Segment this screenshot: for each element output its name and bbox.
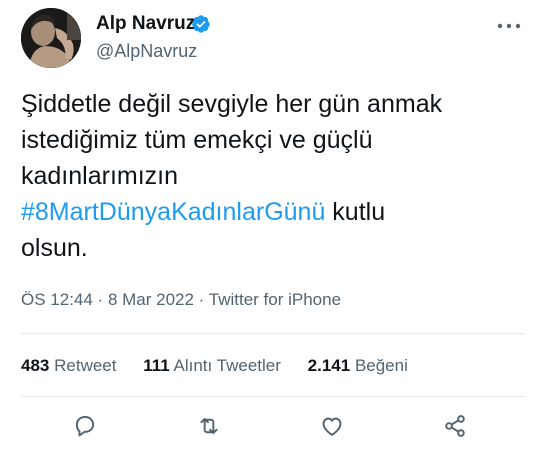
- tweet-time[interactable]: ÖS 12:44: [21, 290, 93, 309]
- action-bar: [0, 413, 540, 443]
- meta-separator: ·: [193, 290, 209, 309]
- quotes-count: 111: [143, 356, 170, 375]
- likes-count: 2.141: [307, 356, 351, 375]
- avatar-photo: [21, 8, 81, 68]
- tweet-text-line: kadınlarımızın: [21, 162, 179, 190]
- divider: [21, 396, 525, 397]
- tweet-text: Şiddetle değil sevgiyle her gün anmak is…: [21, 86, 521, 266]
- tweet-meta: ÖS 12:44 · 8 Mar 2022 · Twitter for iPho…: [21, 289, 341, 311]
- meta-separator: ·: [92, 290, 108, 309]
- author-name[interactable]: Alp Navruz: [96, 12, 195, 36]
- retweet-button[interactable]: [196, 413, 226, 443]
- tweet-source[interactable]: Twitter for iPhone: [209, 290, 341, 309]
- tweet-text-line: Şiddetle değil sevgiyle her gün anmak: [21, 90, 443, 118]
- likes-label: Beğeni: [354, 356, 408, 375]
- tweet-date[interactable]: 8 Mar 2022: [108, 290, 194, 309]
- author-handle[interactable]: @AlpNavruz: [96, 40, 197, 62]
- share-button[interactable]: [442, 413, 472, 443]
- tweet-stats: 483 Retweet 111 Alıntı Tweetler 2.141 Be…: [21, 355, 430, 377]
- retweets-stat[interactable]: 483 Retweet: [21, 356, 116, 375]
- retweets-label: Retweet: [54, 356, 117, 375]
- retweet-icon: [200, 417, 218, 435]
- verified-badge-icon: [192, 15, 210, 33]
- tweet-text-line: olsun.: [21, 234, 88, 262]
- tweet-card: Alp Navruz @AlpNavruz Şiddetle değil sev…: [0, 0, 540, 449]
- more-horizontal-icon[interactable]: [495, 20, 523, 32]
- retweets-count: 483: [21, 356, 50, 375]
- hashtag-link[interactable]: #8MartDünyaKadınlarGünü: [21, 198, 325, 226]
- reply-icon: [75, 416, 95, 437]
- share-icon: [445, 415, 465, 437]
- reply-button[interactable]: [72, 413, 102, 443]
- quotes-label: Alıntı Tweetler: [173, 356, 281, 375]
- tweet-text-line: kutlu: [325, 198, 386, 226]
- like-button[interactable]: [319, 413, 349, 443]
- quotes-stat[interactable]: 111 Alıntı Tweetler: [143, 356, 281, 375]
- likes-stat[interactable]: 2.141 Beğeni: [308, 356, 408, 375]
- avatar[interactable]: [21, 8, 81, 68]
- divider: [21, 333, 525, 334]
- like-icon: [322, 417, 342, 436]
- tweet-text-line: istediğimiz tüm emekçi ve güçlü: [21, 126, 373, 154]
